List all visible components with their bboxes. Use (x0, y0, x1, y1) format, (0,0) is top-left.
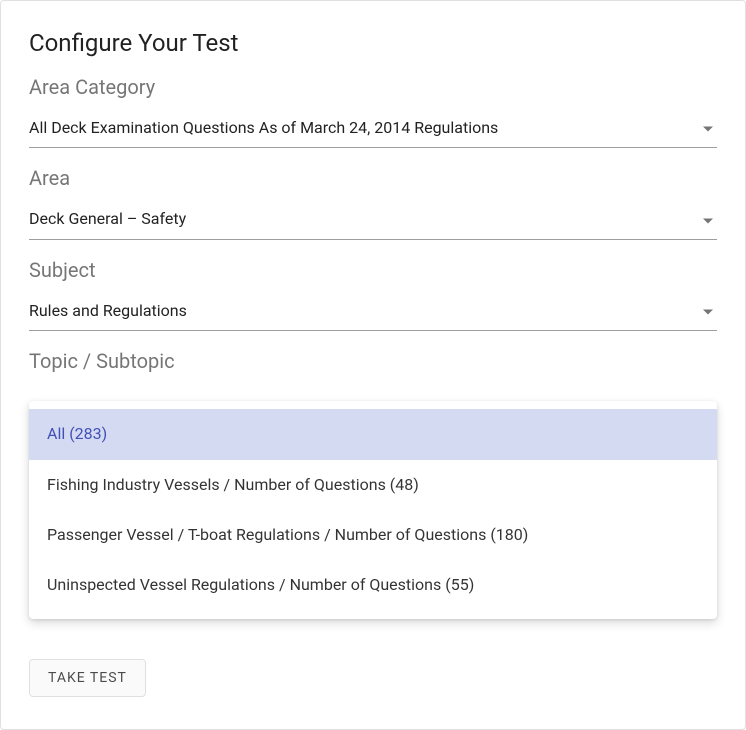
area-category-select[interactable]: All Deck Examination Questions As of Mar… (29, 111, 717, 148)
area-category-value: All Deck Examination Questions As of Mar… (29, 118, 498, 137)
take-test-button[interactable]: TAKE TEST (29, 659, 146, 697)
topic-option-passenger[interactable]: Passenger Vessel / T-boat Regulations / … (29, 510, 717, 560)
topic-menu: All (283) Fishing Industry Vessels / Num… (29, 401, 717, 619)
area-select[interactable]: Deck General – Safety (29, 202, 717, 239)
area-value: Deck General – Safety (29, 209, 186, 228)
area-category-label: Area Category (29, 75, 717, 99)
caret-down-icon (703, 127, 713, 132)
subject-select[interactable]: Rules and Regulations (29, 294, 717, 331)
topic-option-all[interactable]: All (283) (29, 409, 717, 459)
topic-label: Topic / Subtopic (29, 349, 717, 373)
caret-down-icon (703, 309, 713, 314)
caret-down-icon (703, 218, 713, 223)
subject-value: Rules and Regulations (29, 301, 187, 320)
topic-option-uninspected[interactable]: Uninspected Vessel Regulations / Number … (29, 560, 717, 610)
topic-option-fishing[interactable]: Fishing Industry Vessels / Number of Que… (29, 460, 717, 510)
page-title: Configure Your Test (29, 29, 717, 57)
subject-label: Subject (29, 258, 717, 282)
area-label: Area (29, 166, 717, 190)
configure-test-card: Configure Your Test Area Category All De… (0, 0, 746, 730)
